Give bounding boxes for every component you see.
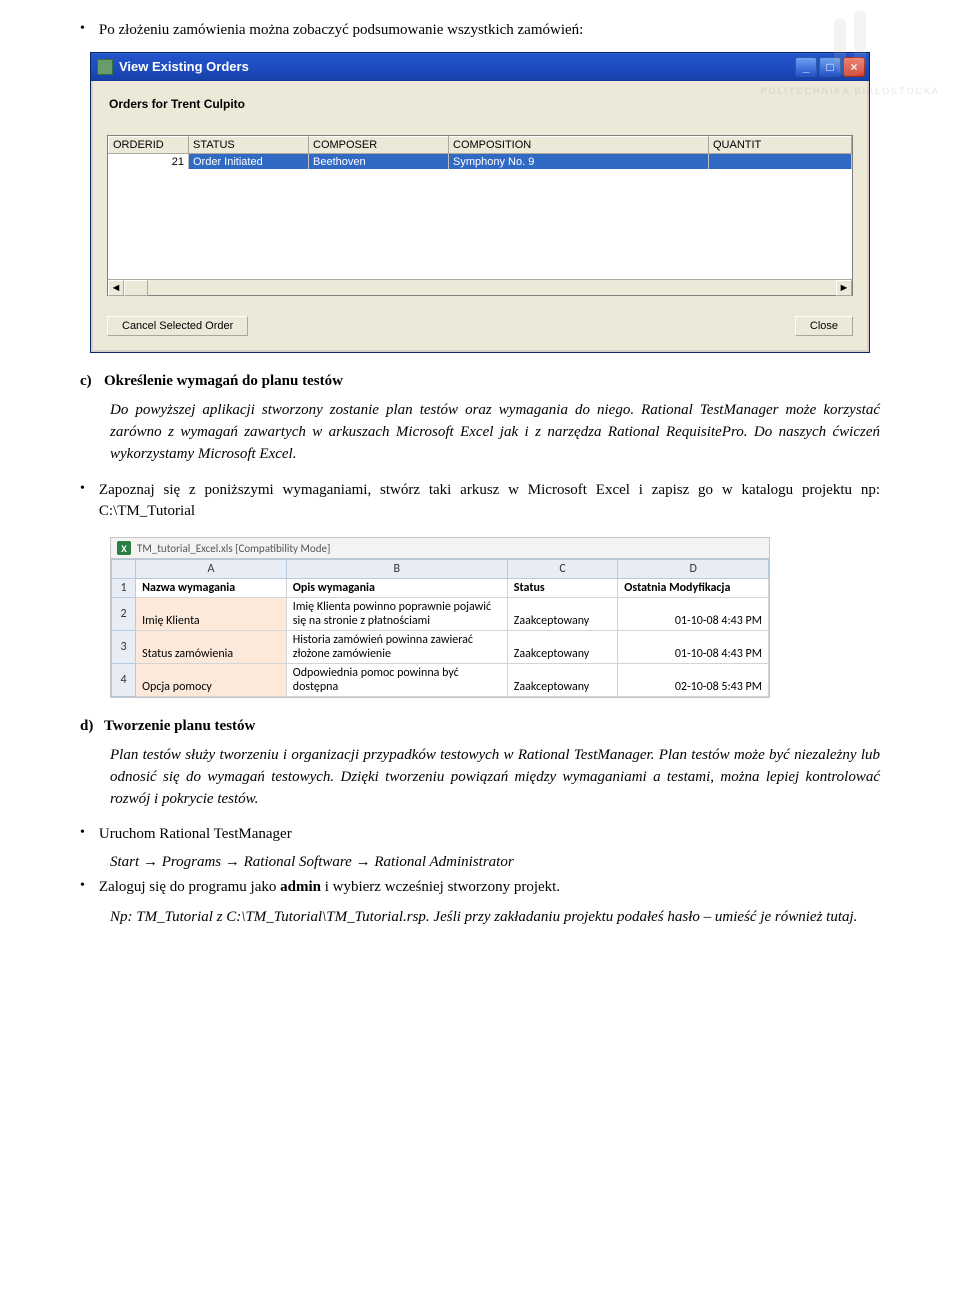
excel-icon: X bbox=[117, 541, 131, 555]
col-composition[interactable]: COMPOSITION bbox=[449, 136, 709, 153]
col-quantity[interactable]: QUANTIT bbox=[709, 136, 852, 153]
cell-status: Order Initiated bbox=[189, 153, 309, 169]
col-orderid[interactable]: ORDERID bbox=[109, 136, 189, 153]
paragraph: Uruchom Rational TestManager bbox=[99, 824, 880, 846]
section-letter-d: d) bbox=[80, 718, 104, 735]
row-num[interactable]: 4 bbox=[112, 664, 136, 697]
arrow-icon: → bbox=[143, 854, 158, 870]
horizontal-scrollbar[interactable]: ◄ ► bbox=[108, 279, 852, 295]
orders-window: View Existing Orders _ □ × Orders for Tr… bbox=[90, 52, 870, 354]
arrow-icon: → bbox=[225, 854, 240, 870]
row-num[interactable]: 1 bbox=[112, 579, 136, 598]
section-d-desc: Plan testów służy tworzeniu i organizacj… bbox=[110, 745, 880, 810]
scroll-left-button[interactable]: ◄ bbox=[108, 280, 124, 296]
cell-composition: Symphony No. 9 bbox=[449, 153, 709, 169]
arrow-icon: → bbox=[356, 854, 371, 870]
col-A[interactable]: A bbox=[136, 560, 287, 579]
excel-row[interactable]: 1 Nazwa wymagania Opis wymagania Status … bbox=[112, 579, 769, 598]
paragraph: Zaloguj się do programu jako admin i wyb… bbox=[99, 877, 880, 899]
paragraph: Zapoznaj się z poniższymi wymaganiami, s… bbox=[99, 480, 880, 524]
watermark-logo: POLITECHNIKA BIAŁOSTOCKA bbox=[761, 10, 940, 96]
row-num[interactable]: 2 bbox=[112, 598, 136, 631]
excel-row[interactable]: 4 Opcja pomocy Odpowiednia pomoc powinna… bbox=[112, 664, 769, 697]
cancel-order-button[interactable]: Cancel Selected Order bbox=[107, 316, 248, 336]
section-title-c: Określenie wymagań do planu testów bbox=[104, 373, 343, 390]
excel-filename: TM_tutorial_Excel.xls [Compatibility Mod… bbox=[137, 542, 330, 555]
scroll-track[interactable] bbox=[148, 280, 836, 295]
titlebar: View Existing Orders _ □ × bbox=[91, 53, 869, 81]
scroll-thumb[interactable] bbox=[124, 280, 148, 296]
excel-titlebar: X TM_tutorial_Excel.xls [Compatibility M… bbox=[111, 538, 769, 559]
table-empty-area bbox=[108, 169, 852, 279]
excel-row[interactable]: 2 Imię Klienta Imię Klienta powinno popr… bbox=[112, 598, 769, 631]
bullet-icon: • bbox=[80, 20, 85, 38]
bullet-icon: • bbox=[80, 877, 85, 895]
cell-composer: Beethoven bbox=[309, 153, 449, 169]
orders-table: ORDERID STATUS COMPOSER COMPOSITION QUAN… bbox=[107, 135, 853, 297]
cell-orderid: 21 bbox=[109, 153, 189, 169]
orders-for-label: Orders for Trent Culpito bbox=[109, 97, 853, 111]
bullet-icon: • bbox=[80, 824, 85, 842]
excel-row[interactable]: 3 Status zamówienia Historia zamówień po… bbox=[112, 631, 769, 664]
window-title: View Existing Orders bbox=[119, 59, 795, 74]
row-num[interactable]: 3 bbox=[112, 631, 136, 664]
window-app-icon bbox=[97, 59, 113, 75]
bullet-icon: • bbox=[80, 480, 85, 498]
select-all-corner[interactable] bbox=[112, 560, 136, 579]
excel-grid: A B C D 1 Nazwa wymagania Opis wymagania… bbox=[111, 559, 769, 697]
col-C[interactable]: C bbox=[507, 560, 618, 579]
excel-window: X TM_tutorial_Excel.xls [Compatibility M… bbox=[110, 537, 770, 698]
col-status[interactable]: STATUS bbox=[189, 136, 309, 153]
table-row[interactable]: 21 Order Initiated Beethoven Symphony No… bbox=[109, 153, 852, 169]
col-composer[interactable]: COMPOSER bbox=[309, 136, 449, 153]
scroll-right-button[interactable]: ► bbox=[836, 280, 852, 296]
section-letter-c: c) bbox=[80, 373, 104, 390]
col-D[interactable]: D bbox=[618, 560, 769, 579]
close-window-button[interactable]: Close bbox=[795, 316, 853, 336]
login-note: Np: TM_Tutorial z C:\TM_Tutorial\TM_Tuto… bbox=[110, 907, 880, 929]
start-menu-path: Start → Programs → Rational Software → R… bbox=[110, 854, 880, 871]
col-B[interactable]: B bbox=[286, 560, 507, 579]
section-c-desc: Do powyższej aplikacji stworzony zostani… bbox=[110, 400, 880, 465]
section-title-d: Tworzenie planu testów bbox=[104, 718, 255, 735]
cell-qty bbox=[709, 153, 852, 169]
